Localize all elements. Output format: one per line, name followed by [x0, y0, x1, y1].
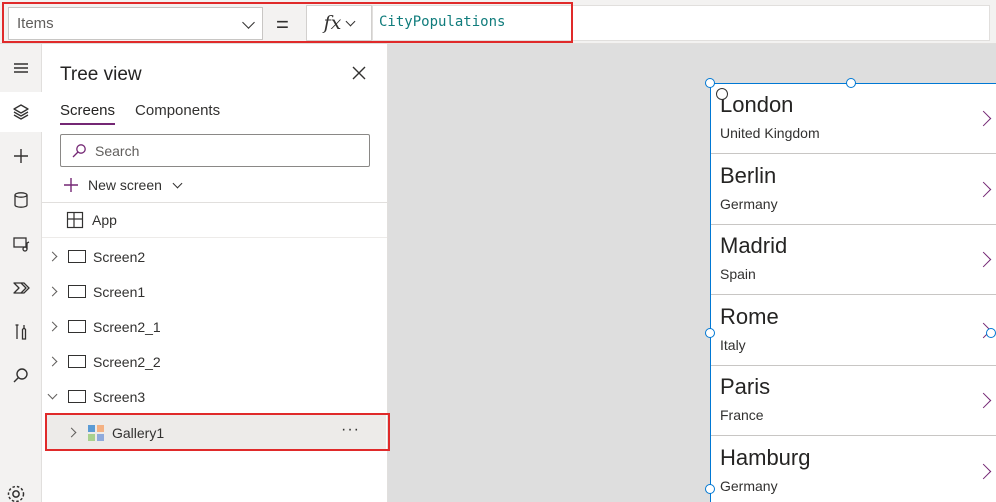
chevron-down-icon	[242, 16, 255, 29]
new-screen-button[interactable]: New screen	[62, 176, 183, 194]
chevron-right-icon[interactable]	[47, 356, 58, 367]
search-icon	[72, 143, 86, 157]
equals-sign: =	[276, 12, 289, 37]
new-screen-label: New screen	[88, 177, 162, 193]
chevron-right-icon[interactable]	[975, 463, 992, 479]
chevron-right-icon[interactable]	[47, 321, 58, 332]
gallery-item-subtitle: Germany	[720, 195, 778, 212]
tree-view-title: Tree view	[60, 64, 142, 85]
search-input[interactable]	[95, 142, 355, 159]
chevron-right-icon[interactable]	[975, 181, 992, 197]
gallery-item-title: Paris	[720, 374, 771, 399]
chevron-down-icon[interactable]	[47, 389, 58, 400]
data-icon[interactable]	[0, 180, 42, 220]
tree-node-screen2-1[interactable]: Screen2_1	[42, 309, 387, 344]
chevron-right-icon[interactable]	[975, 110, 992, 127]
gallery-item-title: Berlin	[720, 162, 777, 188]
chevron-down-icon	[172, 178, 183, 188]
gallery-item-subtitle: France	[720, 407, 764, 423]
screen-icon	[68, 390, 86, 403]
tree-node-label: Screen1	[93, 283, 146, 300]
gallery-item-subtitle: Spain	[720, 266, 756, 282]
formula-text: CityPopulations	[379, 14, 506, 30]
gallery-item[interactable]: Berlin Germany	[711, 155, 996, 225]
edit-template-icon[interactable]	[716, 88, 728, 100]
tab-screens[interactable]: Screens	[60, 102, 116, 125]
tree-node-label: Gallery1	[112, 424, 165, 441]
gallery-item[interactable]: Paris France	[711, 366, 996, 436]
gallery-item-title: London	[720, 92, 794, 117]
tree-node-screen2-2[interactable]: Screen2_2	[42, 344, 387, 379]
tree-node-label: App	[92, 212, 117, 228]
canvas: London United Kingdom Berlin Germany Mad…	[388, 44, 996, 502]
more-options-icon[interactable]: ···	[341, 421, 360, 439]
screen-icon	[68, 320, 86, 333]
resize-handle[interactable]	[705, 484, 715, 494]
resize-handle[interactable]	[705, 328, 715, 338]
search-icon[interactable]	[0, 356, 42, 396]
gallery-control[interactable]: London United Kingdom Berlin Germany Mad…	[710, 83, 996, 502]
gallery-item[interactable]: London United Kingdom	[711, 84, 996, 154]
formula-input[interactable]: CityPopulations	[372, 5, 990, 41]
hamburger-icon[interactable]	[0, 48, 42, 88]
tree-node-label: Screen3	[93, 388, 146, 405]
chevron-right-icon[interactable]	[66, 427, 77, 438]
tree-node-label: Screen2_1	[93, 318, 161, 335]
resize-handle[interactable]	[986, 328, 996, 338]
gallery-item[interactable]: Rome Italy	[711, 296, 996, 366]
gallery-item-title: Hamburg	[720, 444, 811, 470]
screen-icon	[68, 285, 86, 298]
power-automate-icon[interactable]	[0, 268, 42, 308]
fx-button[interactable]: fx	[306, 5, 372, 41]
gallery-item[interactable]: Madrid Spain	[711, 225, 996, 295]
gallery-item-title: Madrid	[720, 233, 788, 258]
close-icon[interactable]	[350, 64, 368, 82]
media-icon[interactable]	[0, 224, 42, 264]
resize-handle[interactable]	[705, 78, 715, 88]
gallery-item-title: Rome	[720, 303, 779, 329]
search-box[interactable]	[60, 134, 370, 167]
layers-icon[interactable]	[0, 92, 42, 132]
settings-icon[interactable]	[6, 484, 26, 502]
chevron-right-icon[interactable]	[975, 251, 992, 268]
gallery-item-subtitle: Germany	[720, 477, 778, 494]
chevron-down-icon	[345, 16, 356, 26]
tab-components[interactable]: Components	[135, 102, 220, 125]
tree-node-screen3[interactable]: Screen3	[42, 379, 387, 414]
left-rail	[0, 44, 42, 502]
tree-view-tabs: Screens Components	[60, 102, 220, 125]
screen-icon	[68, 355, 86, 368]
tree-view-panel: Tree view Screens Components New screen …	[42, 44, 388, 502]
chevron-right-icon[interactable]	[47, 286, 58, 297]
gallery-icon	[88, 424, 104, 441]
fx-icon: fx	[323, 12, 342, 34]
app-icon	[66, 211, 84, 229]
property-dropdown[interactable]: Items	[8, 7, 263, 40]
formula-bar: Items = fx CityPopulations	[0, 0, 996, 44]
tree-node-app[interactable]: App	[42, 203, 387, 238]
gallery-item-subtitle: United Kingdom	[720, 125, 820, 141]
plus-icon	[64, 178, 78, 192]
tree-node-screen1[interactable]: Screen1	[42, 274, 387, 309]
tree-node-gallery1[interactable]: Gallery1 ···	[46, 415, 386, 450]
insert-icon[interactable]	[0, 136, 42, 176]
chevron-right-icon[interactable]	[975, 392, 992, 409]
screen-icon	[68, 250, 86, 263]
tree-node-label: Screen2_2	[93, 353, 161, 370]
tree-node-screen2[interactable]: Screen2	[42, 239, 387, 274]
tools-icon[interactable]	[0, 312, 42, 352]
resize-handle[interactable]	[846, 78, 856, 88]
gallery-item-subtitle: Italy	[720, 336, 746, 353]
chevron-right-icon[interactable]	[47, 251, 58, 262]
tree-node-label: Screen2	[93, 248, 146, 265]
property-value: Items	[17, 15, 54, 32]
gallery-item[interactable]: Hamburg Germany	[711, 437, 996, 502]
